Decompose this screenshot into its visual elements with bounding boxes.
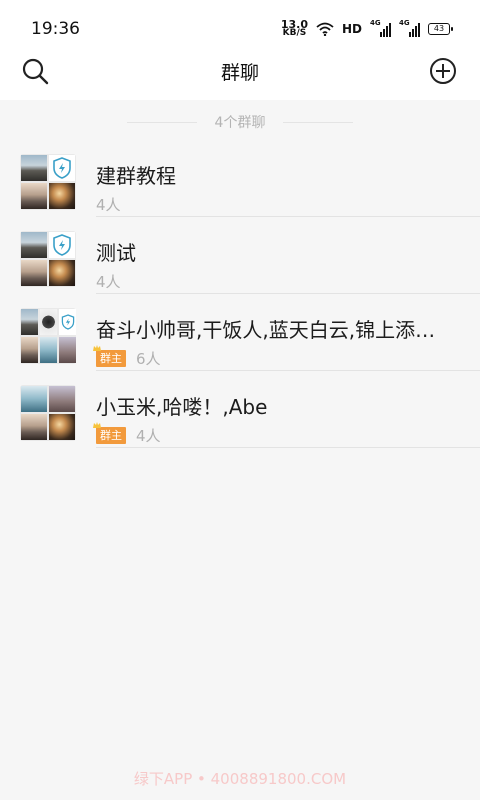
crown-icon <box>93 422 101 428</box>
list-item[interactable]: 奋斗小帅哥,干饭人,蓝天白云,锦上添… 群主 6人 <box>0 294 480 371</box>
list-item[interactable]: 建群教程 4人 <box>0 140 480 217</box>
group-list: 4个群聊 建群教程 4人 测试 4人 奋斗小帅哥,干饭人,蓝天白云,锦上添… 群… <box>0 100 480 800</box>
avatar-tile <box>21 232 47 258</box>
sim1-label: 4G <box>370 19 381 27</box>
status-icons: 13.0 KB/S HD 4G 4G 43 <box>281 18 453 40</box>
group-avatar <box>20 231 76 287</box>
group-avatar <box>20 154 76 210</box>
group-name: 奋斗小帅哥,干饭人,蓝天白云,锦上添… <box>96 318 436 342</box>
owner-badge-label: 群主 <box>100 429 122 442</box>
app-bar: 群聊 <box>0 40 480 100</box>
signal-icon-sim1: 4G <box>370 19 391 37</box>
avatar-tile <box>49 386 75 412</box>
shield-icon <box>49 155 75 181</box>
group-meta: 群主 6人 <box>93 345 161 369</box>
avatar-tile <box>21 309 38 335</box>
net-speed-unit: KB/S <box>282 28 307 38</box>
owner-badge-label: 群主 <box>100 352 122 365</box>
signal-icon-sim2: 4G <box>399 19 420 37</box>
watermark: 绿下APP • 4008891800.COM <box>133 770 347 788</box>
net-speed: 13.0 KB/S <box>281 19 308 38</box>
member-count: 4人 <box>96 196 121 214</box>
list-item[interactable]: 小玉米,哈喽！,Abe 群主 4人 <box>0 371 480 448</box>
group-avatar <box>20 308 76 364</box>
avatar-tile <box>21 183 47 209</box>
owner-badge: 群主 <box>93 422 126 444</box>
group-meta: 4人 <box>96 194 121 215</box>
group-meta: 4人 <box>96 271 121 292</box>
divider-left <box>126 121 197 123</box>
group-name: 小玉米,哈喽！,Abe <box>96 395 268 419</box>
hd-label: HD <box>341 22 362 36</box>
owner-badge: 群主 <box>93 345 126 367</box>
avatar-tile <box>21 414 47 440</box>
list-item[interactable]: 测试 4人 <box>0 217 480 294</box>
member-count: 6人 <box>136 350 161 368</box>
avatar-tile <box>49 260 75 286</box>
member-count: 4人 <box>96 273 121 291</box>
avatar-tile <box>21 260 47 286</box>
add-circle-icon[interactable] <box>428 56 458 86</box>
avatar-tile <box>40 337 57 363</box>
group-meta: 群主 4人 <box>93 422 161 446</box>
battery-icon: 43 <box>428 23 453 35</box>
divider-right <box>283 121 354 123</box>
status-time: 19:36 <box>31 19 80 39</box>
headphones-avatar-tile <box>40 309 57 335</box>
group-name: 测试 <box>96 241 136 265</box>
group-count: 4个群聊 <box>214 115 266 131</box>
row-divider <box>96 447 480 448</box>
sim2-label: 4G <box>399 19 410 27</box>
avatar-tile <box>21 337 38 363</box>
avatar-tile <box>21 155 47 181</box>
avatar-tile <box>59 337 76 363</box>
wifi-icon <box>316 22 334 36</box>
shield-icon <box>49 232 75 258</box>
avatar-tile <box>21 386 47 412</box>
crown-icon <box>93 345 101 351</box>
page-title: 群聊 <box>220 62 259 84</box>
avatar-tile <box>49 183 75 209</box>
group-avatar <box>20 385 76 441</box>
shield-icon <box>59 309 76 335</box>
group-count-row: 4个群聊 <box>0 112 480 132</box>
group-name: 建群教程 <box>96 164 176 188</box>
avatar-tile <box>49 414 75 440</box>
member-count: 4人 <box>136 427 161 445</box>
